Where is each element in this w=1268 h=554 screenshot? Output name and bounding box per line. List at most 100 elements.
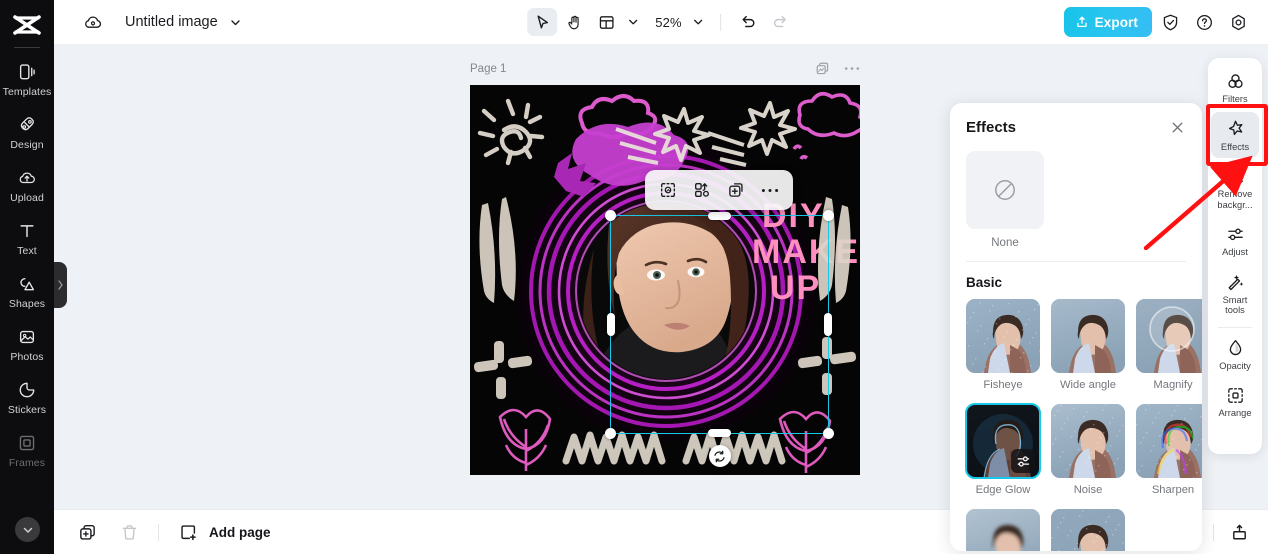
layout-grid-button[interactable]	[591, 8, 621, 36]
effect-option-fisheye[interactable]: Fisheye	[966, 299, 1040, 391]
document-title-chevron-down-icon[interactable]	[229, 16, 242, 29]
effects-section-label: Basic	[966, 275, 1003, 290]
redo-button[interactable]	[765, 8, 795, 36]
effect-option-blur[interactable]	[966, 509, 1040, 551]
add-page-label: Add page	[209, 524, 271, 540]
sidebar-item-text[interactable]: Text	[0, 211, 54, 264]
shield-check-icon[interactable]	[1155, 7, 1186, 38]
filters-icon	[1225, 71, 1245, 91]
document-title[interactable]: Untitled image	[125, 14, 218, 30]
effect-label: Fisheye	[983, 379, 1023, 391]
effect-option-edge-glow[interactable]: Edge Glow	[965, 403, 1041, 496]
right-rail-item-filters[interactable]: Filters	[1211, 64, 1259, 111]
shapes-icon	[16, 273, 38, 295]
delete-trash-icon[interactable]	[116, 519, 142, 545]
right-rail-item-arrange[interactable]: Arrange	[1211, 378, 1259, 425]
resize-handle-bottom-left[interactable]	[605, 428, 616, 439]
cloud-sync-icon[interactable]	[82, 11, 104, 33]
effect-option-grain[interactable]	[1051, 509, 1125, 551]
canvas-stage[interactable]: Page 1 DIY MAKE UP Effects None Basic Fi…	[54, 45, 1268, 551]
crop-select-icon[interactable]	[652, 175, 684, 205]
sliders-icon[interactable]	[1011, 449, 1035, 473]
sidebar-item-label: Photos	[10, 351, 44, 363]
resize-handle-top-right[interactable]	[823, 210, 834, 221]
right-rail-item-label: Smart tools	[1222, 294, 1248, 316]
share-export-icon[interactable]	[1226, 519, 1252, 545]
upload-box-icon	[1075, 15, 1089, 29]
question-circle-icon[interactable]	[1189, 7, 1220, 38]
top-right-actions: Export	[1063, 7, 1254, 38]
replace-swap-icon[interactable]	[686, 175, 718, 205]
top-toolbar: Untitled image 52% Export	[54, 0, 1268, 45]
duplicate-page-icon[interactable]	[815, 61, 830, 76]
page-header: Page 1	[470, 61, 860, 76]
capcut-image-editor: Templates Design Upload Text Shapes Photos Sti…	[0, 0, 1268, 554]
page-label: Page 1	[470, 62, 507, 75]
effect-thumbnail	[966, 509, 1040, 551]
effect-thumbnail	[965, 403, 1041, 479]
effect-none-option[interactable]: None	[950, 146, 1202, 249]
sidebar-item-stickers[interactable]: Stickers	[0, 370, 54, 423]
sidebar-item-label: Design	[10, 139, 44, 151]
templates-icon	[16, 61, 38, 83]
select-tool-button[interactable]	[527, 8, 558, 36]
sidebar-expand-button[interactable]	[15, 517, 40, 542]
remove-bg-icon	[1225, 166, 1245, 186]
close-icon[interactable]	[1168, 118, 1186, 136]
resize-handle-top-left[interactable]	[605, 210, 616, 221]
stickers-icon	[16, 379, 38, 401]
rail-divider	[14, 47, 40, 48]
left-sidebar-items: Templates Design Upload Text Shapes Photos Sti…	[0, 52, 54, 476]
export-button[interactable]: Export	[1063, 7, 1152, 37]
right-rail-item-label: Opacity	[1219, 360, 1251, 371]
effect-option-magnify[interactable]: Magnify	[1136, 299, 1202, 391]
float-more-horizontal-icon[interactable]	[754, 175, 786, 205]
effect-option-sharpen[interactable]: Sharpen	[1136, 404, 1202, 496]
hand-pan-tool-button[interactable]	[559, 8, 589, 36]
effect-label: Wide angle	[1060, 379, 1116, 391]
right-rail-item-remove[interactable]: Remove backgr...	[1211, 159, 1259, 216]
effect-option-noise[interactable]: Noise	[1051, 404, 1125, 496]
none-slash-icon[interactable]	[966, 151, 1044, 229]
sidebar-item-label: Text	[17, 245, 37, 257]
resize-handle-top[interactable]	[708, 212, 731, 220]
add-layer-icon[interactable]	[720, 175, 752, 205]
right-rail-item-label: Remove backgr...	[1217, 189, 1253, 210]
zoom-level-value[interactable]: 52%	[645, 15, 686, 30]
effect-option-wide-angle[interactable]: Wide angle	[1051, 299, 1125, 391]
sidebar-item-photos[interactable]: Photos	[0, 317, 54, 370]
add-page-button[interactable]: Add page	[175, 519, 271, 545]
resize-handle-left[interactable]	[607, 313, 615, 336]
sidebar-item-label: Frames	[8, 457, 46, 469]
capcut-logo-icon[interactable]	[10, 12, 44, 38]
sidebar-item-templates[interactable]: Templates	[0, 52, 54, 105]
right-tool-rail: Filters Effects Remove backgr... Adjust Smart…	[1208, 58, 1262, 454]
right-rail-item-smart[interactable]: Smart tools	[1211, 265, 1259, 322]
right-rail-item-opacity[interactable]: Opacity	[1211, 331, 1259, 378]
resize-handle-right[interactable]	[824, 313, 832, 336]
right-rail-divider	[1218, 326, 1252, 328]
adjust-sliders-icon	[1225, 224, 1245, 244]
layout-chevron-down-icon[interactable]	[623, 9, 643, 35]
sidebar-item-frames[interactable]: Frames	[0, 423, 54, 476]
zoom-chevron-down-icon[interactable]	[688, 9, 708, 35]
resize-handle-bottom[interactable]	[708, 429, 731, 437]
opacity-drop-icon	[1225, 338, 1245, 358]
sidebar-item-label: Upload	[10, 192, 44, 204]
export-button-label: Export	[1094, 14, 1138, 30]
sidebar-collapse-handle[interactable]	[54, 262, 67, 308]
left-sidebar: Templates Design Upload Text Shapes Photos Sti…	[0, 0, 54, 554]
photos-icon	[16, 326, 38, 348]
resize-handle-bottom-right[interactable]	[823, 428, 834, 439]
sidebar-item-upload[interactable]: Upload	[0, 158, 54, 211]
sidebar-item-design[interactable]: Design	[0, 105, 54, 158]
settings-gear-icon[interactable]	[1223, 7, 1254, 38]
page-more-horizontal-icon[interactable]	[844, 66, 860, 71]
image-selection-frame[interactable]	[605, 210, 834, 467]
duplicate-page-icon[interactable]	[74, 519, 100, 545]
sidebar-item-shapes[interactable]: Shapes	[0, 264, 54, 317]
rotate-handle-icon[interactable]	[708, 445, 731, 467]
undo-button[interactable]	[733, 8, 763, 36]
right-rail-item-adjust[interactable]: Adjust	[1211, 217, 1259, 264]
right-rail-item-effects[interactable]: Effects	[1211, 111, 1259, 158]
